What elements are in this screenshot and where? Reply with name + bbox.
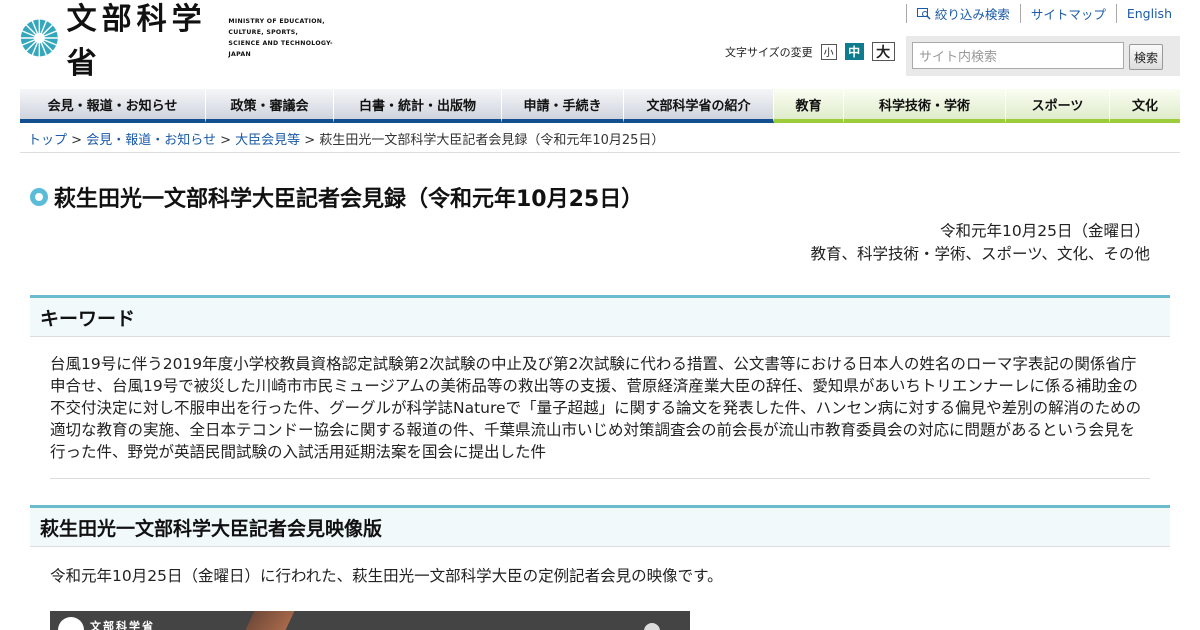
page-title-block: 萩生田光一文部科学大臣記者会見録（令和元年10月25日） [30,181,643,213]
utility-links: 絞り込み検索 サイトマップ English [905,4,1180,23]
font-size-label: 文字サイズの変更 [725,45,813,59]
english-link[interactable]: English [1115,4,1180,23]
video-logo-icon [58,617,84,630]
video-thumbnail-decoration [245,611,295,630]
site-search: サイト内検索 検索 [906,36,1180,76]
logo-mark-icon [20,19,58,57]
breadcrumb: トップ > 会見・報道・お知らせ > 大臣会見等 > 萩生田光一文部科学大臣記者… [28,129,664,148]
nav-science[interactable]: 科学技術・学術 [844,89,1006,123]
logo-english-text: MINISTRY OF EDUCATION, CULTURE, SPORTS, SC… [228,18,333,58]
global-nav: 会見・報道・お知らせ 政策・審議会 白書・統計・出版物 申請・手続き 文部科学省… [20,89,1180,123]
page-meta: 令和元年10月25日（金曜日） 教育、科学技術・学術、スポーツ、文化、その他 [811,220,1150,266]
font-size-large-button[interactable]: 大 [871,42,895,61]
nav-about[interactable]: 文部科学省の紹介 [624,89,774,123]
page-date: 令和元年10月25日（金曜日） [940,222,1150,240]
breadcrumb-top-link[interactable]: トップ [28,133,67,148]
breadcrumb-press-link[interactable]: 会見・報道・お知らせ [86,133,216,148]
nav-policy[interactable]: 政策・審議会 [206,89,334,123]
nav-publications[interactable]: 白書・統計・出版物 [334,89,502,123]
breadcrumb-divider [20,152,1180,153]
nav-sports[interactable]: スポーツ [1006,89,1110,123]
logo-japanese-text: 文部科学省 [66,2,207,81]
breadcrumb-separator: > [71,133,83,148]
video-section-heading: 萩生田光一文部科学大臣記者会見映像版 [30,505,1170,547]
title-bullet-icon [30,188,48,206]
font-size-changer: 文字サイズの変更 小 中 大 [725,42,895,61]
video-logo-text: 文部科学省 [90,620,155,630]
nav-education[interactable]: 教育 [774,89,844,123]
font-size-small-button[interactable]: 小 [820,43,837,60]
breadcrumb-separator: > [304,133,316,148]
breadcrumb-separator: > [220,133,231,148]
breadcrumb-minister-link[interactable]: 大臣会見等 [235,133,300,148]
breadcrumb-current: 萩生田光一文部科学大臣記者会見録（令和元年10月25日） [319,133,665,148]
page-title: 萩生田光一文部科学大臣記者会見録（令和元年10月25日） [54,187,644,212]
refine-search-icon [916,7,931,20]
page-categories: 教育、科学技術・学術、スポーツ、文化、その他 [810,245,1150,263]
nav-culture[interactable]: 文化 [1110,89,1180,123]
keywords-body: 台風19号に伴う2019年度小学校教員資格認定試験第2次試験の中止及び第2次試験… [50,355,1142,461]
site-logo[interactable]: 文部科学省 MINISTRY OF EDUCATION, CULTURE, SPO… [20,2,340,81]
video-control-icon[interactable] [644,623,660,630]
refine-search-link[interactable]: 絞り込み検索 [905,4,1020,23]
nav-press[interactable]: 会見・報道・お知らせ [20,89,206,123]
keywords-heading: キーワード [30,295,1170,337]
search-input[interactable]: サイト内検索 [912,42,1124,69]
sitemap-link[interactable]: サイトマップ [1019,4,1116,23]
video-description: 令和元年10月25日（金曜日）に行われた、萩生田光一文部科学大臣の定例記者会見の… [50,567,723,585]
font-size-medium-button[interactable]: 中 [844,43,864,60]
section-divider [50,478,1150,479]
search-button[interactable]: 検索 [1129,44,1163,70]
video-player[interactable]: 文部科学省 [50,611,690,630]
nav-applications[interactable]: 申請・手続き [502,89,624,123]
